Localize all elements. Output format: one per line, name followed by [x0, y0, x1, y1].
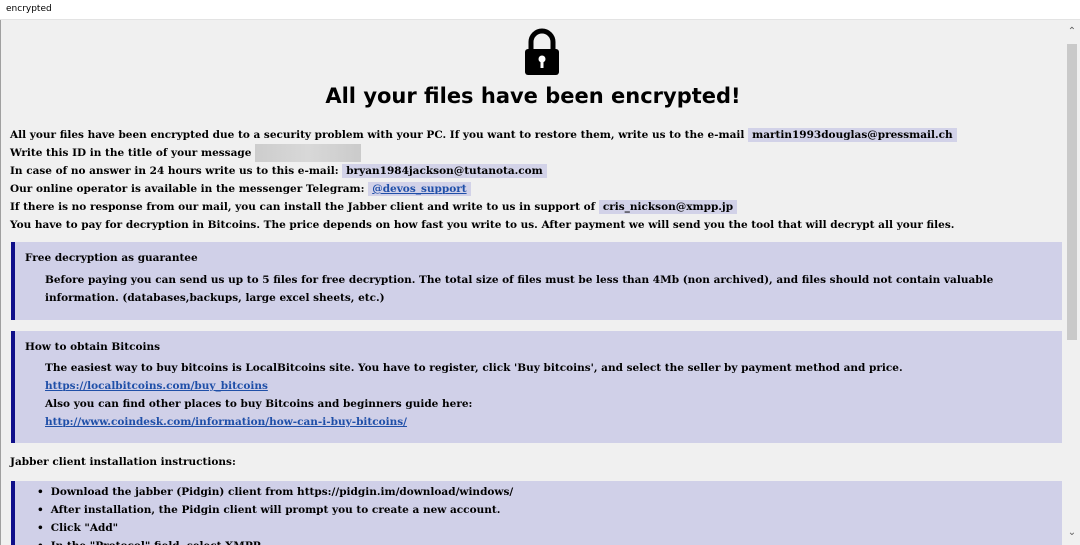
jabber-address: cris_nickson@xmpp.jp [598, 200, 738, 214]
intro-line: All your files have been encrypted due t… [10, 126, 1060, 144]
intro-line-text: In case of no answer in 24 hours write u… [10, 165, 339, 177]
intro-line-text: Our online operator is available in the … [10, 183, 365, 195]
bitcoins-text-2: Also you can find other places to buy Bi… [45, 398, 473, 410]
intro-line-text: All your files have been encrypted due t… [10, 129, 745, 141]
intro-line: Write this ID in the title of your messa… [10, 144, 1060, 162]
jabber-instructions-box: Download the jabber (Pidgin) client from… [11, 481, 1062, 545]
list-item: Click "Add" [37, 519, 1056, 537]
intro-line: Our online operator is available in the … [10, 180, 1060, 198]
title-bar: encrypted [0, 0, 1080, 20]
vertical-scrollbar[interactable]: ⌃ ⌄ [1064, 20, 1080, 545]
telegram-handle[interactable]: @devos_support [368, 182, 471, 196]
jabber-instructions-label: Jabber client installation instructions: [10, 456, 236, 468]
message-content: All your files have been encrypted! All … [1, 20, 1065, 545]
jabber-steps: Download the jabber (Pidgin) client from… [37, 483, 1056, 545]
box-text: Before paying you can send us up to 5 fi… [45, 274, 994, 304]
window-title: encrypted [6, 4, 52, 14]
chevron-down-icon[interactable]: ⌄ [1064, 525, 1080, 541]
list-item: After installation, the Pidgin client wi… [37, 501, 1056, 519]
list-item: In the "Protocol" field, select XMPP [37, 537, 1056, 545]
box-text: The easiest way to buy bitcoins is Local… [45, 359, 1056, 431]
page-heading: All your files have been encrypted! [325, 84, 741, 108]
contact-email: martin1993douglas@pressmail.ch [748, 128, 957, 142]
intro-line-text: Write this ID in the title of your messa… [10, 147, 252, 159]
bitcoins-text-1: The easiest way to buy bitcoins is Local… [45, 362, 903, 374]
localbitcoins-link[interactable]: https://localbitcoins.com/buy_bitcoins [45, 380, 268, 392]
intro-text: All your files have been encrypted due t… [10, 126, 1060, 234]
intro-line: You have to pay for decryption in Bitcoi… [10, 216, 1060, 234]
message-window: All your files have been encrypted! All … [0, 20, 1080, 545]
coindesk-link[interactable]: http://www.coindesk.com/information/how-… [45, 416, 407, 428]
intro-line: In case of no answer in 24 hours write u… [10, 162, 1060, 180]
box-title: Free decryption as guarantee [25, 252, 198, 264]
intro-line: If there is no response from our mail, y… [10, 198, 1060, 216]
list-item: Download the jabber (Pidgin) client from… [37, 483, 1056, 501]
redacted-id [255, 144, 362, 162]
scroll-thumb[interactable] [1067, 44, 1077, 340]
box-title: How to obtain Bitcoins [25, 341, 161, 353]
intro-line-text: You have to pay for decryption in Bitcoi… [10, 219, 955, 231]
chevron-up-icon[interactable]: ⌃ [1064, 24, 1080, 40]
backup-email: bryan1984jackson@tutanota.com [342, 164, 547, 178]
free-decryption-box: Free decryption as guarantee Before payi… [11, 242, 1062, 320]
bitcoins-box: How to obtain Bitcoins The easiest way t… [11, 331, 1062, 443]
lock-icon [525, 28, 559, 75]
intro-line-text: If there is no response from our mail, y… [10, 201, 596, 213]
